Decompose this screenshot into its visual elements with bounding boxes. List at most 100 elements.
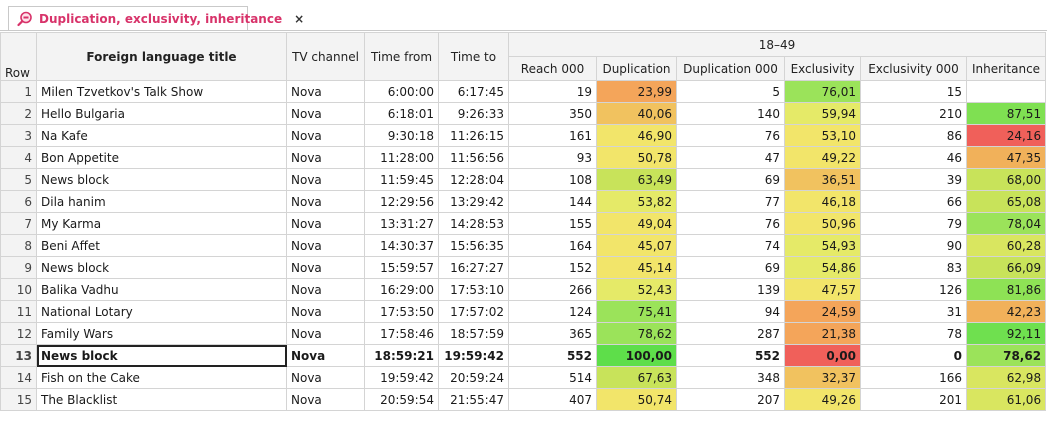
exclusivity-cell[interactable]: 36,51 [784,168,861,191]
time-from-cell[interactable]: 16:29:00 [364,278,439,301]
table-row[interactable]: 7 My Karma Nova 13:31:27 14:28:53 155 49,04 76 5… [0,212,1047,235]
title-cell[interactable]: Hello Bulgaria [36,102,287,125]
duplication-cell[interactable]: 75,41 [596,300,677,323]
time-from-cell[interactable]: 19:59:42 [364,366,439,389]
table-row[interactable]: 5 News block Nova 11:59:45 12:28:04 108 63,49 6… [0,168,1047,191]
title-cell[interactable]: Fish on the Cake [36,366,287,389]
exclusivity-cell[interactable]: 47,57 [784,278,861,301]
reach-cell[interactable]: 155 [508,212,597,235]
header-time-from[interactable]: Time from [364,32,439,81]
header-reach[interactable]: Reach 000 [508,56,597,81]
reach-cell[interactable]: 552 [508,344,597,367]
duplication-000-cell[interactable]: 287 [676,322,785,345]
header-inheritance[interactable]: Inheritance [965,56,1047,81]
reach-cell[interactable]: 350 [508,102,597,125]
row-number-cell[interactable]: 12 [0,322,37,345]
duplication-cell[interactable]: 50,74 [596,388,677,411]
time-from-cell[interactable]: 15:59:57 [364,256,439,279]
reach-cell[interactable]: 514 [508,366,597,389]
exclusivity-000-cell[interactable]: 126 [860,278,967,301]
reach-cell[interactable]: 152 [508,256,597,279]
exclusivity-000-cell[interactable]: 39 [860,168,967,191]
inheritance-cell[interactable]: 87,51 [965,102,1047,125]
duplication-cell[interactable]: 78,62 [596,322,677,345]
exclusivity-000-cell[interactable]: 31 [860,300,967,323]
duplication-cell[interactable]: 45,07 [596,234,677,257]
inheritance-cell[interactable]: 47,35 [965,146,1047,169]
channel-cell[interactable]: Nova [286,234,365,257]
time-from-cell[interactable]: 12:29:56 [364,190,439,213]
exclusivity-cell[interactable]: 54,93 [784,234,861,257]
time-to-cell[interactable]: 12:28:04 [438,168,509,191]
time-to-cell[interactable]: 6:17:45 [438,80,509,103]
duplication-000-cell[interactable]: 207 [676,388,785,411]
exclusivity-000-cell[interactable]: 83 [860,256,967,279]
channel-cell[interactable]: Nova [286,278,365,301]
time-to-cell[interactable]: 21:55:47 [438,388,509,411]
time-from-cell[interactable]: 6:18:01 [364,102,439,125]
header-channel[interactable]: TV channel [286,32,365,81]
exclusivity-000-cell[interactable]: 66 [860,190,967,213]
time-from-cell[interactable]: 9:30:18 [364,124,439,147]
duplication-000-cell[interactable]: 94 [676,300,785,323]
exclusivity-cell[interactable]: 76,01 [784,80,861,103]
inheritance-cell[interactable]: 66,09 [965,256,1047,279]
reach-cell[interactable]: 93 [508,146,597,169]
channel-cell[interactable]: Nova [286,168,365,191]
exclusivity-000-cell[interactable]: 90 [860,234,967,257]
time-to-cell[interactable]: 15:56:35 [438,234,509,257]
exclusivity-cell[interactable]: 59,94 [784,102,861,125]
table-row[interactable]: 11 National Lotary Nova 17:53:50 17:57:02 124… [0,300,1047,323]
time-from-cell[interactable]: 17:53:50 [364,300,439,323]
time-from-cell[interactable]: 11:28:00 [364,146,439,169]
header-exclusivity[interactable]: Exclusivity [784,56,861,81]
time-to-cell[interactable]: 16:27:27 [438,256,509,279]
duplication-cell[interactable]: 100,00 [596,344,677,367]
inheritance-cell[interactable]: 24,16 [965,124,1047,147]
close-icon[interactable]: × [294,12,304,26]
exclusivity-cell[interactable]: 21,38 [784,322,861,345]
reach-cell[interactable]: 144 [508,190,597,213]
exclusivity-cell[interactable]: 50,96 [784,212,861,235]
inheritance-cell[interactable]: 62,98 [965,366,1047,389]
inheritance-cell[interactable]: 65,08 [965,190,1047,213]
table-row[interactable]: 15 The Blacklist Nova 20:59:54 21:55:47 407 50… [0,388,1047,411]
exclusivity-cell[interactable]: 54,86 [784,256,861,279]
duplication-cell[interactable]: 23,99 [596,80,677,103]
exclusivity-cell[interactable]: 49,26 [784,388,861,411]
time-from-cell[interactable]: 18:59:21 [364,344,439,367]
table-row[interactable]: 14 Fish on the Cake Nova 19:59:42 20:59:24 51… [0,366,1047,389]
exclusivity-cell[interactable]: 32,37 [784,366,861,389]
channel-cell[interactable]: Nova [286,388,365,411]
exclusivity-000-cell[interactable]: 46 [860,146,967,169]
row-number-cell[interactable]: 14 [0,366,37,389]
duplication-cell[interactable]: 53,82 [596,190,677,213]
duplication-cell[interactable]: 40,06 [596,102,677,125]
reach-cell[interactable]: 19 [508,80,597,103]
table-row[interactable]: 6 Dila hanim Nova 12:29:56 13:29:42 144 53,82 7… [0,190,1047,213]
time-to-cell[interactable]: 14:28:53 [438,212,509,235]
title-cell[interactable]: News block [36,168,287,191]
duplication-cell[interactable]: 50,78 [596,146,677,169]
channel-cell[interactable]: Nova [286,102,365,125]
time-to-cell[interactable]: 17:53:10 [438,278,509,301]
reach-cell[interactable]: 407 [508,388,597,411]
duplication-000-cell[interactable]: 76 [676,212,785,235]
duplication-000-cell[interactable]: 76 [676,124,785,147]
duplication-cell[interactable]: 63,49 [596,168,677,191]
reach-cell[interactable]: 164 [508,234,597,257]
exclusivity-000-cell[interactable]: 79 [860,212,967,235]
row-number-cell[interactable]: 3 [0,124,37,147]
row-number-cell[interactable]: 7 [0,212,37,235]
time-from-cell[interactable]: 6:00:00 [364,80,439,103]
time-from-cell[interactable]: 13:31:27 [364,212,439,235]
title-cell[interactable]: Family Wars [36,322,287,345]
table-row[interactable]: 2 Hello Bulgaria Nova 6:18:01 9:26:33 350 40,0… [0,102,1047,125]
row-number-cell[interactable]: 8 [0,234,37,257]
inheritance-cell[interactable]: 42,23 [965,300,1047,323]
inheritance-cell[interactable]: 61,06 [965,388,1047,411]
channel-cell[interactable]: Nova [286,344,365,367]
exclusivity-000-cell[interactable]: 210 [860,102,967,125]
header-time-to[interactable]: Time to [438,32,509,81]
exclusivity-000-cell[interactable]: 0 [860,344,967,367]
